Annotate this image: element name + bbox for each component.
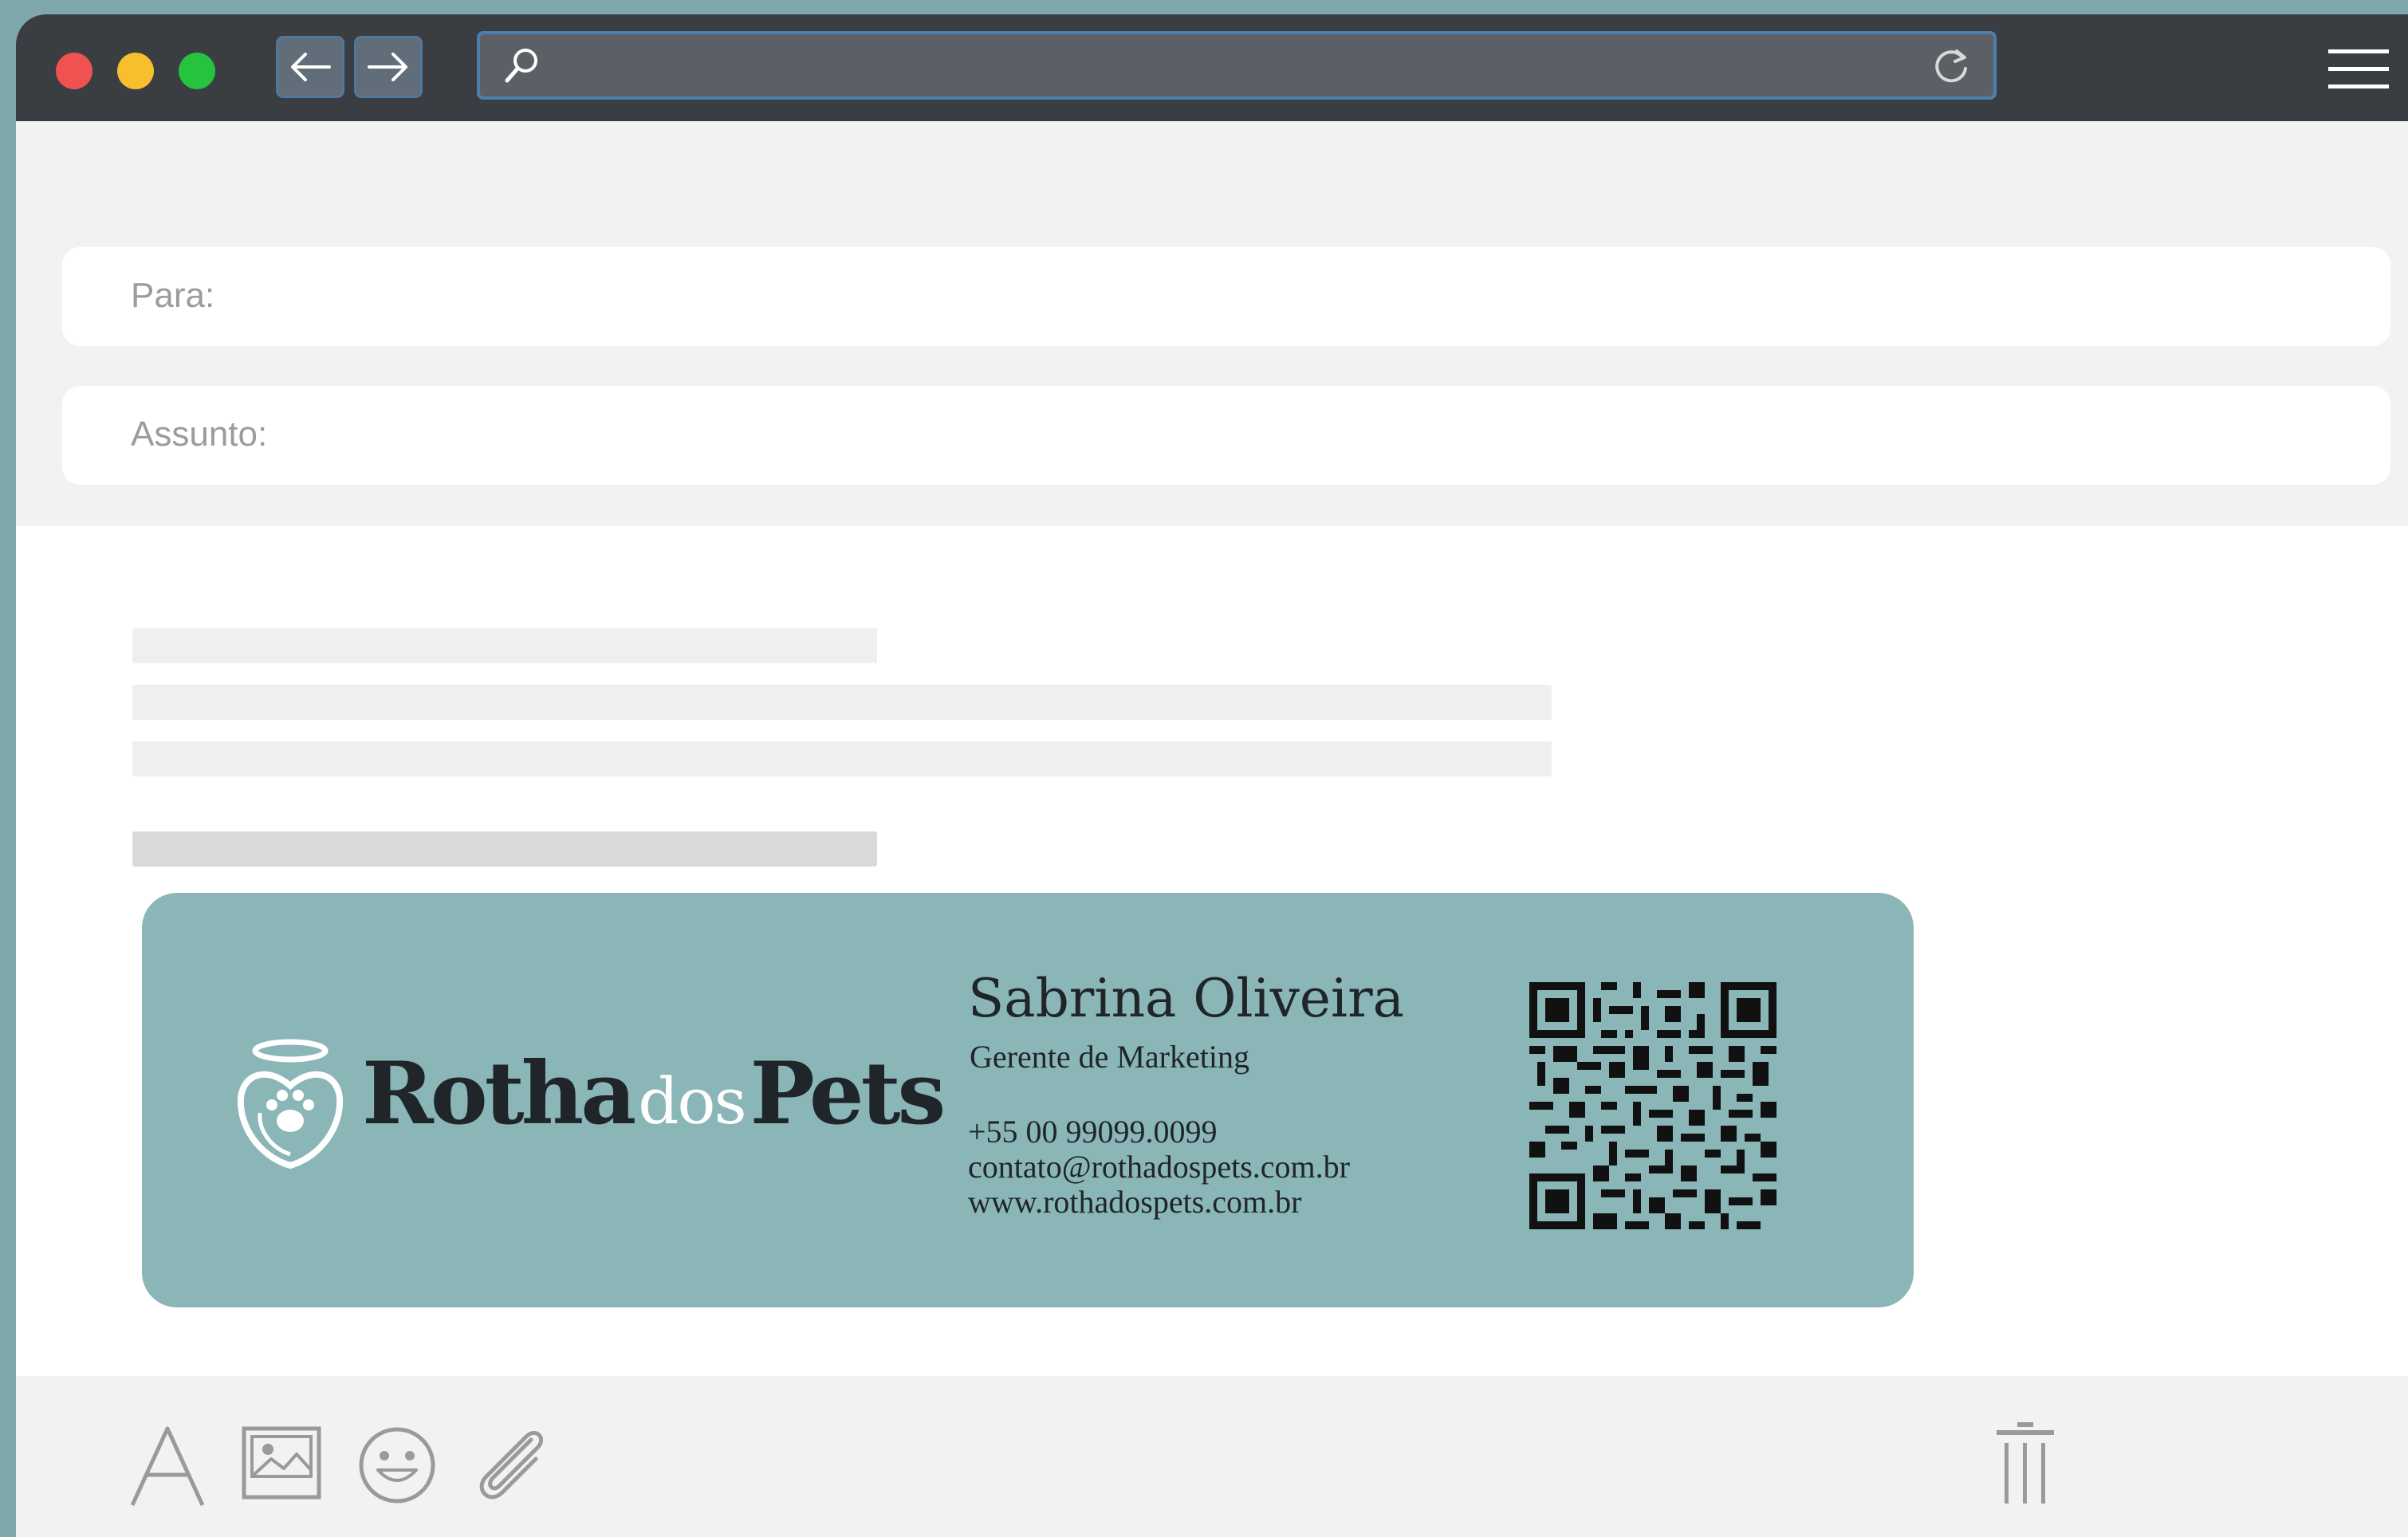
mail-compose-window: Para: Assunto: RothadosPets Sabrina Oliv… xyxy=(16,14,2408,1537)
compose-toolbar xyxy=(16,1376,2408,1537)
brand-word-pets: Pets xyxy=(750,1044,946,1144)
signature-email[interactable]: contato@rothadospets.com.br xyxy=(968,1148,1350,1185)
emoji-icon[interactable] xyxy=(357,1425,437,1505)
back-button[interactable] xyxy=(276,36,344,98)
minimize-window-button[interactable] xyxy=(117,53,154,89)
trash-icon[interactable] xyxy=(1993,1421,2057,1505)
to-field[interactable]: Para: xyxy=(62,247,2390,346)
signature-role: Gerente de Marketing xyxy=(970,1039,1249,1075)
back-arrow-icon xyxy=(291,53,331,81)
address-bar[interactable] xyxy=(477,31,1997,100)
font-icon[interactable] xyxy=(128,1425,207,1508)
subject-field[interactable]: Assunto: xyxy=(62,386,2390,485)
placeholder-text-line xyxy=(132,831,877,867)
titlebar xyxy=(16,14,2408,121)
message-body[interactable]: RothadosPets Sabrina Oliveira Gerente de… xyxy=(16,526,2408,1387)
maximize-window-button[interactable] xyxy=(179,53,215,89)
forward-arrow-icon xyxy=(368,53,407,81)
placeholder-text-line xyxy=(132,685,1552,720)
brand-wordmark: RothadosPets xyxy=(362,1051,946,1138)
menu-icon[interactable] xyxy=(2328,46,2389,92)
heart-paw-halo-icon xyxy=(237,1039,344,1169)
search-icon xyxy=(505,49,537,83)
email-signature-card: RothadosPets Sabrina Oliveira Gerente de… xyxy=(142,893,1914,1307)
compose-header: Para: Assunto: xyxy=(16,121,2408,526)
attachment-icon[interactable] xyxy=(469,1425,552,1505)
reload-icon[interactable] xyxy=(1930,45,1973,88)
placeholder-text-line xyxy=(132,628,877,663)
to-label: Para: xyxy=(131,276,215,315)
image-icon[interactable] xyxy=(241,1425,322,1500)
signature-name: Sabrina Oliveira xyxy=(968,968,1404,1029)
signature-phone: +55 00 99099.0099 xyxy=(968,1114,1218,1150)
close-window-button[interactable] xyxy=(56,53,92,89)
subject-label: Assunto: xyxy=(131,415,268,454)
placeholder-text-line xyxy=(132,741,1552,776)
signature-website[interactable]: www.rothadospets.com.br xyxy=(968,1183,1301,1221)
brand-word-dos: dos xyxy=(638,1064,746,1138)
brand-word-rotha: Rotha xyxy=(362,1044,636,1144)
forward-button[interactable] xyxy=(354,36,423,98)
qr-code xyxy=(1529,982,1776,1229)
